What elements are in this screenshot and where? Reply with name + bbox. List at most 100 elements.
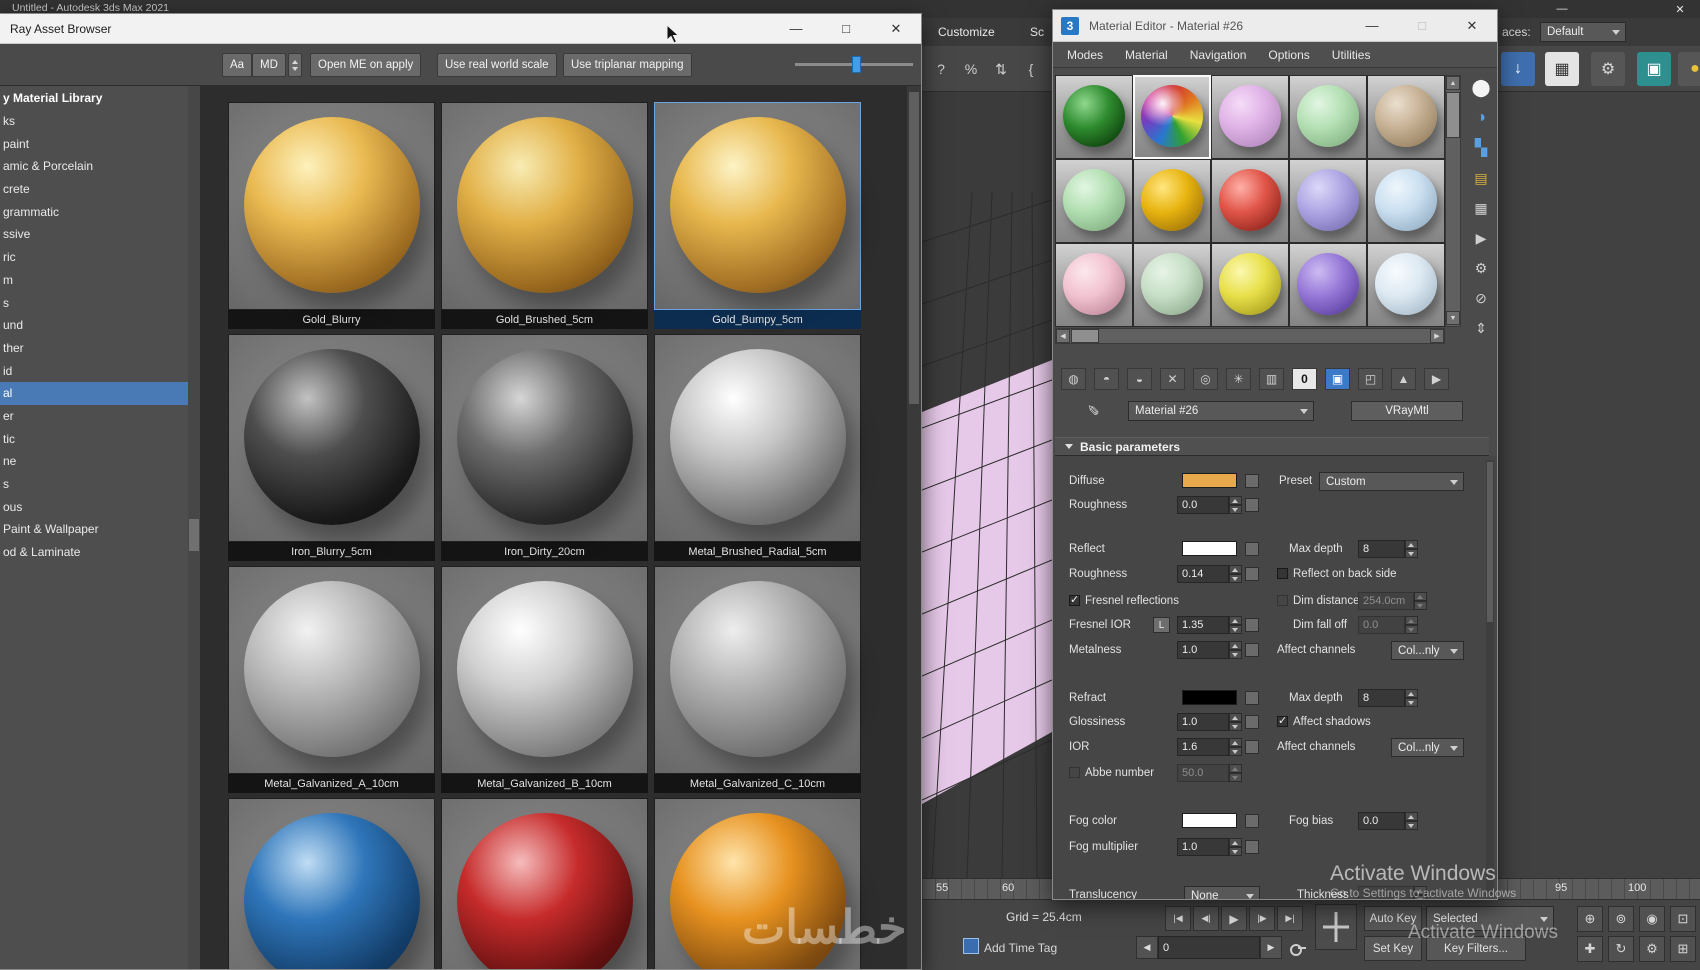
- fresnel-ior-map-button[interactable]: [1245, 618, 1259, 632]
- sidebar-item[interactable]: s: [0, 473, 200, 496]
- reflect-roughness-field[interactable]: 0.14: [1177, 565, 1229, 583]
- sidebar-item[interactable]: s: [0, 292, 200, 315]
- aa-button[interactable]: Aa: [222, 53, 253, 77]
- sample-type-icon[interactable]: ⬤: [1469, 76, 1493, 100]
- sidebar-item[interactable]: grammatic: [0, 201, 200, 224]
- sample-slot[interactable]: [1289, 75, 1367, 159]
- max-close-button[interactable]: ✕: [1666, 0, 1694, 18]
- material-tile[interactable]: [228, 798, 435, 969]
- make-material-copy-icon[interactable]: ◎: [1193, 368, 1218, 390]
- sidebar-item[interactable]: m: [0, 269, 200, 292]
- show-end-result-icon[interactable]: ◰: [1358, 368, 1383, 390]
- basic-parameters-rollout[interactable]: Basic parameters: [1055, 437, 1489, 456]
- sample-slot[interactable]: [1289, 159, 1367, 243]
- material-tile[interactable]: Gold_Brushed_5cm: [441, 102, 648, 329]
- material-tile[interactable]: Metal_Galvanized_A_10cm: [228, 566, 435, 793]
- menu-modes[interactable]: Modes: [1067, 48, 1103, 62]
- material-tile-selected[interactable]: Gold_Bumpy_5cm: [654, 102, 861, 329]
- slider-thumb[interactable]: [852, 56, 861, 73]
- zoom-region-icon[interactable]: ⊡: [1670, 906, 1696, 932]
- zoom-all-icon[interactable]: ⊚: [1608, 906, 1634, 932]
- frame-back-button[interactable]: ◀: [1136, 936, 1158, 959]
- material-tile[interactable]: Iron_Dirty_20cm: [441, 334, 648, 561]
- sample-slot-active[interactable]: [1133, 75, 1211, 159]
- next-frame-button[interactable]: |▶: [1249, 906, 1275, 931]
- material-tile[interactable]: Metal_Galvanized_B_10cm: [441, 566, 648, 793]
- dim-falloff-field[interactable]: 0.0: [1358, 616, 1405, 634]
- sidebar-item[interactable]: er: [0, 405, 200, 428]
- mirror-icon[interactable]: ⇅: [988, 56, 1014, 82]
- md-button[interactable]: MD: [252, 53, 286, 77]
- material-tile[interactable]: [441, 798, 648, 969]
- menu-options[interactable]: Options: [1268, 48, 1309, 62]
- sample-slot[interactable]: [1133, 243, 1211, 327]
- viewport[interactable]: [921, 92, 1053, 879]
- browser-titlebar[interactable]: Ray Asset Browser — □ ✕: [0, 14, 921, 44]
- play-button[interactable]: ▶: [1221, 906, 1247, 931]
- sidebar-item[interactable]: paint: [0, 133, 200, 156]
- thickness-field[interactable]: [1358, 886, 1414, 899]
- sidebar-item[interactable]: Paint & Wallpaper: [0, 518, 200, 541]
- sample-slot[interactable]: [1211, 243, 1289, 327]
- zoom-extents-icon[interactable]: ◉: [1639, 906, 1665, 932]
- browser-close-button[interactable]: ✕: [871, 14, 921, 43]
- go-to-start-button[interactable]: |◀: [1165, 906, 1191, 931]
- sample-slot[interactable]: [1055, 243, 1133, 327]
- browser-minimize-button[interactable]: —: [771, 14, 821, 43]
- sidebar-item[interactable]: ous: [0, 496, 200, 519]
- render-setup-icon[interactable]: ⚙: [1591, 52, 1625, 86]
- orbit-icon[interactable]: ↻: [1608, 936, 1634, 962]
- abbe-number-field[interactable]: 50.0: [1177, 764, 1229, 782]
- use-triplanar-mapping-button[interactable]: Use triplanar mapping: [563, 53, 692, 77]
- preset-dropdown[interactable]: Custom: [1319, 472, 1464, 491]
- thumbnail-size-spinner[interactable]: [288, 53, 302, 77]
- slots-scroll-left-icon[interactable]: ◀: [1056, 329, 1070, 343]
- sample-slot[interactable]: [1055, 159, 1133, 243]
- sample-slot[interactable]: [1367, 75, 1445, 159]
- sample-slot[interactable]: [1367, 243, 1445, 327]
- rendered-frame-window-icon[interactable]: ▣: [1637, 52, 1671, 86]
- glossiness-map-button[interactable]: [1245, 715, 1259, 729]
- help-icon[interactable]: ?: [928, 56, 954, 82]
- fog-color-swatch[interactable]: [1182, 813, 1237, 828]
- grid-scrollbar-thumb[interactable]: [909, 92, 919, 404]
- frame-forward-button[interactable]: ▶: [1260, 936, 1282, 959]
- sample-slot[interactable]: [1211, 159, 1289, 243]
- refract-map-button[interactable]: [1245, 691, 1259, 705]
- sidebar-item[interactable]: ne: [0, 450, 200, 473]
- sample-slot[interactable]: [1055, 75, 1133, 159]
- sample-slot[interactable]: [1289, 243, 1367, 327]
- fresnel-reflections-checkbox[interactable]: [1069, 593, 1080, 606]
- affect-channels-dropdown[interactable]: Col...nly: [1391, 641, 1464, 660]
- dim-distance-checkbox[interactable]: [1277, 595, 1288, 606]
- backlight-icon[interactable]: ◑: [1469, 106, 1493, 130]
- video-color-check-icon[interactable]: ▦: [1469, 196, 1493, 220]
- max-minimize-button[interactable]: —: [1548, 0, 1576, 18]
- fog-color-map-button[interactable]: [1245, 814, 1259, 828]
- fresnel-ior-lock-button[interactable]: L: [1153, 617, 1170, 633]
- material-tile[interactable]: Metal_Brushed_Radial_5cm: [654, 334, 861, 561]
- frame-number-field[interactable]: 0: [1158, 936, 1260, 959]
- refract-max-depth-field[interactable]: 8: [1358, 689, 1405, 707]
- sample-slot[interactable]: [1367, 159, 1445, 243]
- material-tile[interactable]: Metal_Galvanized_C_10cm: [654, 566, 861, 793]
- meditor-maximize-button[interactable]: □: [1397, 10, 1447, 41]
- diffuse-map-button[interactable]: [1245, 474, 1259, 488]
- add-time-tag-label[interactable]: Add Time Tag: [984, 941, 1057, 955]
- roughness-map-button[interactable]: [1245, 498, 1259, 512]
- metalness-field[interactable]: 1.0: [1177, 641, 1229, 659]
- ior-map-button[interactable]: [1245, 740, 1259, 754]
- ior-field[interactable]: 1.6: [1177, 738, 1229, 756]
- metalness-map-button[interactable]: [1245, 643, 1259, 657]
- maximize-viewport-icon[interactable]: ⊞: [1670, 936, 1696, 962]
- menu-navigation[interactable]: Navigation: [1190, 48, 1247, 62]
- make-preview-icon[interactable]: ▶: [1469, 226, 1493, 250]
- sample-slot[interactable]: [1133, 159, 1211, 243]
- set-key-button[interactable]: Set Key: [1364, 936, 1422, 961]
- browser-maximize-button[interactable]: □: [821, 14, 871, 43]
- sidebar-item[interactable]: ric: [0, 246, 200, 269]
- sidebar-item[interactable]: id: [0, 360, 200, 383]
- background-icon[interactable]: ▚: [1469, 136, 1493, 160]
- reflect-roughness-map-button[interactable]: [1245, 567, 1259, 581]
- slots-scroll-right-icon[interactable]: ▶: [1430, 329, 1444, 343]
